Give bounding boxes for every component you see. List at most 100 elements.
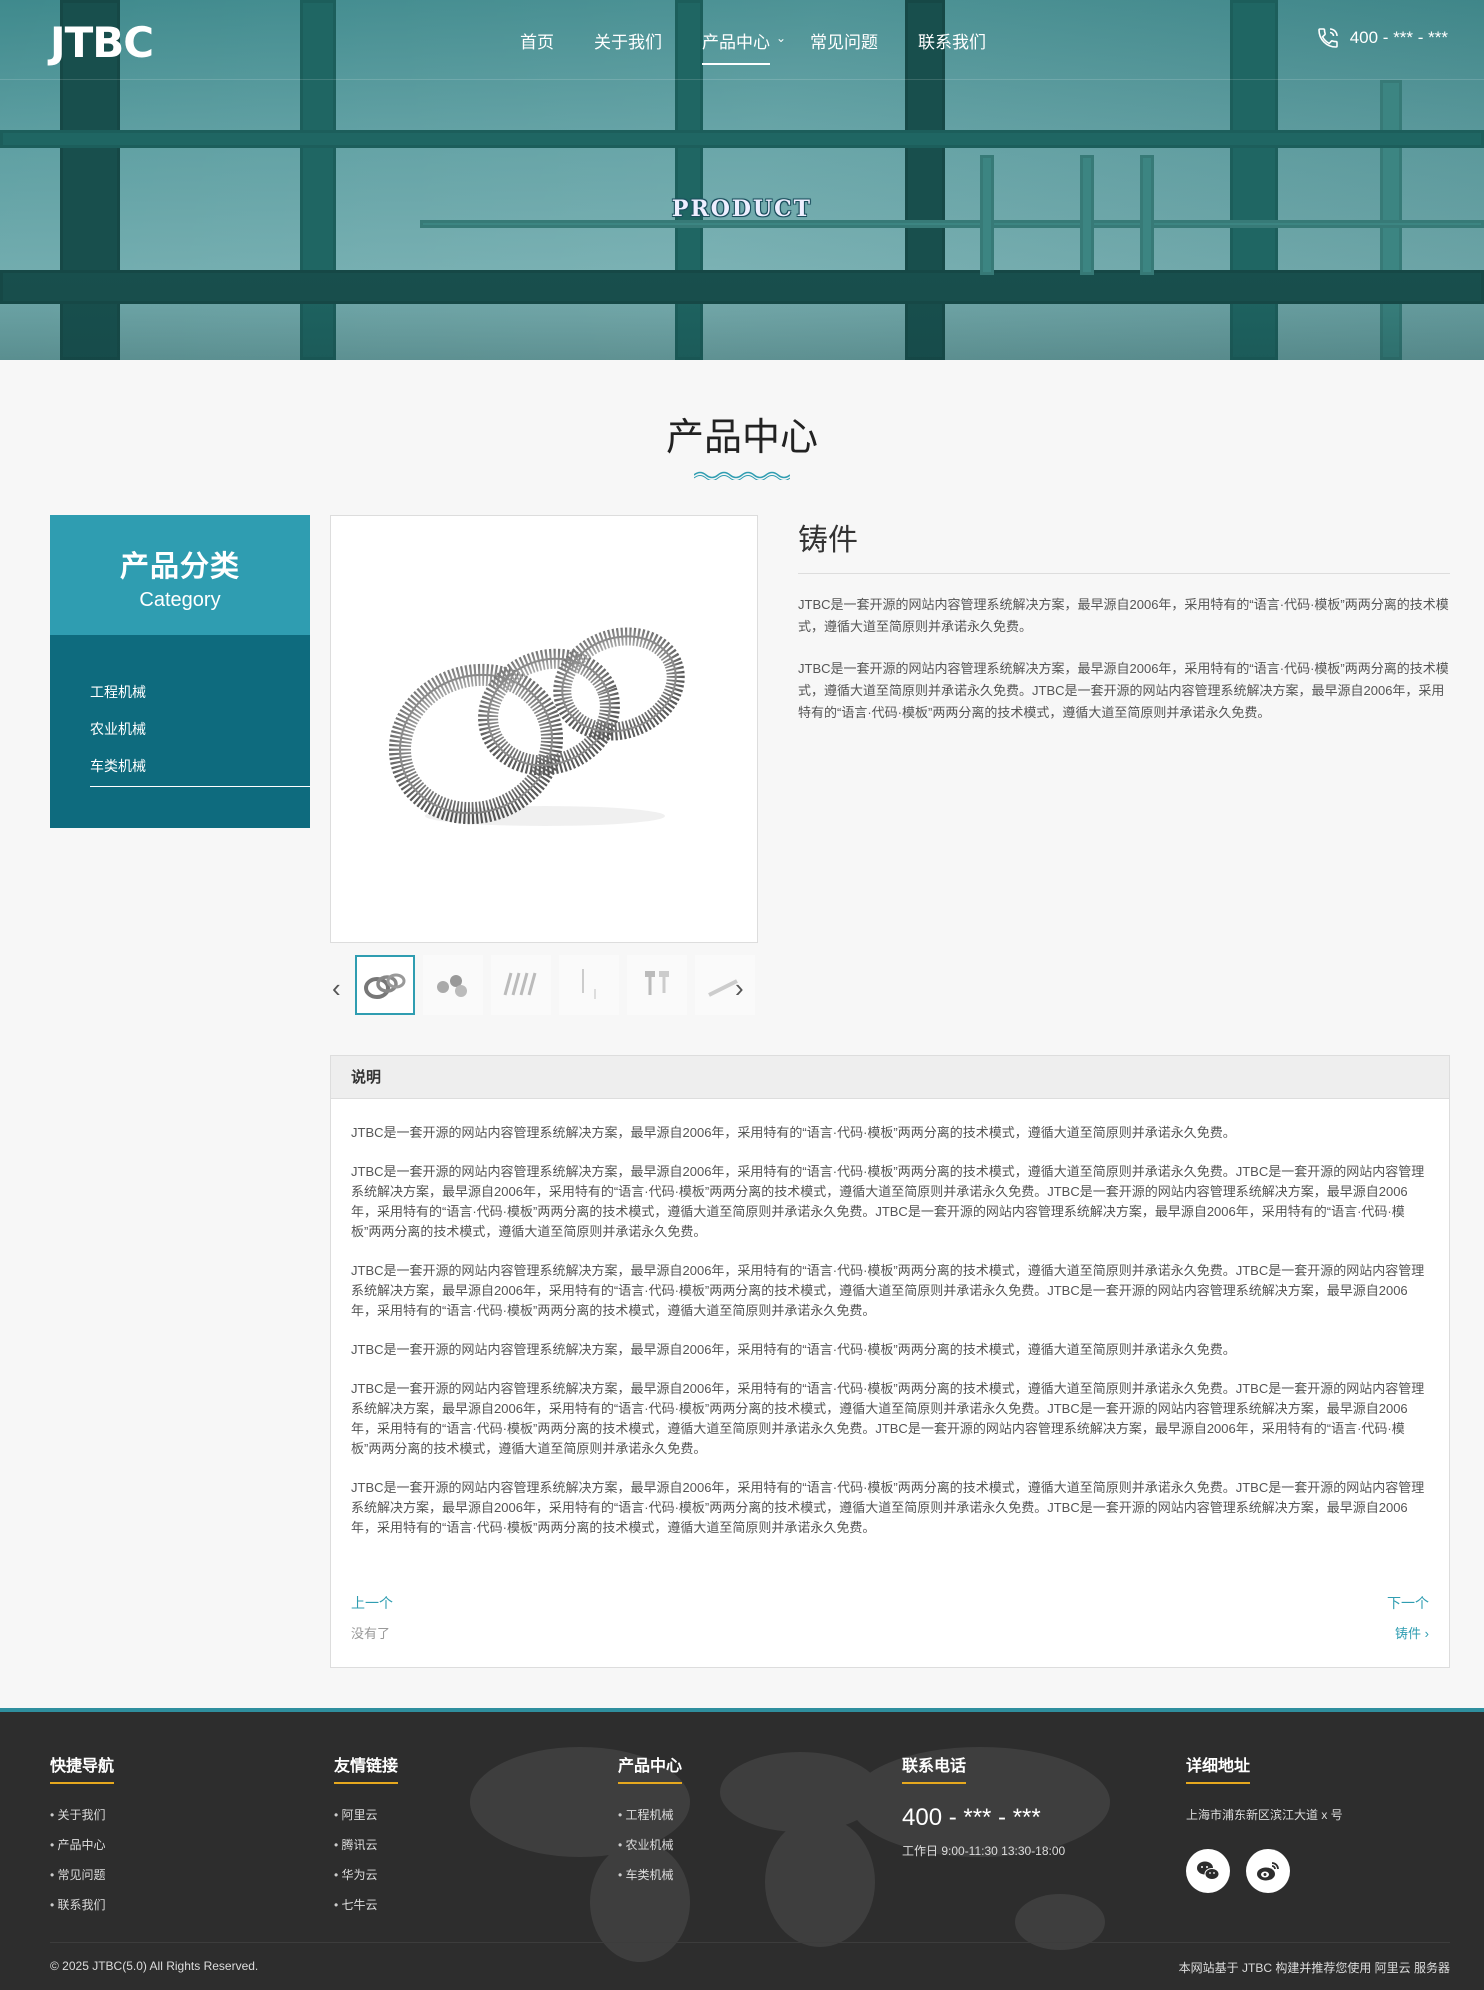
footer-link-huawei[interactable]: 华为云 bbox=[334, 1860, 398, 1890]
thumbnail-3[interactable] bbox=[491, 955, 551, 1015]
next-label[interactable]: 下一个 bbox=[1387, 1593, 1429, 1613]
footer-link-products[interactable]: 产品中心 bbox=[50, 1830, 114, 1860]
thumbnail-4[interactable] bbox=[559, 955, 619, 1015]
nav-faq[interactable]: 常见问题 bbox=[810, 28, 878, 65]
sidebar-item-engineering[interactable]: 工程机械 bbox=[90, 679, 310, 716]
footer-bottom-bar: © 2025 JTBC(5.0) All Rights Reserved. 本网… bbox=[50, 1942, 1450, 1975]
description-body: JTBC是一套开源的网站内容管理系统解决方案，最早源自2006年，采用特有的“语… bbox=[331, 1099, 1449, 1538]
site-footer: 快捷导航 关于我们 产品中心 常见问题 联系我们 友情链接 阿里云 腾讯云 华为… bbox=[0, 1708, 1484, 1990]
footer-contact-title: 联系电话 bbox=[902, 1752, 1065, 1784]
hero-beam bbox=[0, 130, 1484, 148]
product-summary-1: JTBC是一套开源的网站内容管理系统解决方案，最早源自2006年，采用特有的“语… bbox=[798, 597, 1449, 634]
footer-quick-nav: 快捷导航 关于我们 产品中心 常见问题 联系我们 bbox=[50, 1752, 115, 1920]
rod-thumb bbox=[708, 979, 738, 997]
footer-link-qiniu[interactable]: 七牛云 bbox=[334, 1890, 398, 1920]
thumbnail-2[interactable] bbox=[423, 955, 483, 1015]
footer-link-tencent[interactable]: 腾讯云 bbox=[334, 1830, 398, 1860]
description-paragraph: JTBC是一套开源的网站内容管理系统解决方案，最早源自2006年，采用特有的“语… bbox=[351, 1125, 1236, 1140]
pin-thumb bbox=[582, 969, 596, 999]
sidebar-title-en: Category bbox=[139, 589, 221, 611]
footer-link-aliyun[interactable]: 阿里云 bbox=[334, 1800, 398, 1830]
footer-link-agriculture[interactable]: 农业机械 bbox=[618, 1830, 682, 1860]
wechat-button[interactable] bbox=[1186, 1849, 1230, 1893]
powered-by-text: 本网站基于 JTBC 构建并推荐您使用 阿里云 服务器 bbox=[1178, 1961, 1450, 1975]
chevron-right-icon: › bbox=[1424, 1626, 1429, 1641]
footer-products: 产品中心 工程机械 农业机械 车类机械 bbox=[618, 1752, 683, 1890]
footer-links-list: 阿里云 腾讯云 华为云 七牛云 bbox=[334, 1800, 398, 1920]
top-navbar: JTBC 首页 关于我们 产品中心 ⌄ 常见问题 联系我们 400 - *** … bbox=[0, 0, 1484, 80]
footer-products-list: 工程机械 农业机械 车类机械 bbox=[618, 1800, 682, 1890]
product-name: 铸件 bbox=[798, 515, 1450, 574]
footer-link-faq[interactable]: 常见问题 bbox=[50, 1860, 114, 1890]
prev-value: 没有了 bbox=[351, 1626, 391, 1641]
footer-contact: 联系电话 400 - *** - *** 工作日 9:00-11:30 13:3… bbox=[902, 1752, 1065, 1859]
chevron-left-icon[interactable]: ‹ bbox=[332, 973, 341, 1004]
nav-home[interactable]: 首页 bbox=[520, 28, 554, 65]
thumbnail-6[interactable] bbox=[695, 955, 755, 1015]
footer-link-vehicle[interactable]: 车类机械 bbox=[618, 1860, 682, 1890]
footer-quick-nav-list: 关于我们 产品中心 常见问题 联系我们 bbox=[50, 1800, 114, 1920]
thumbnail-strip: ‹ › bbox=[330, 955, 758, 1015]
weibo-button[interactable] bbox=[1246, 1849, 1290, 1893]
footer-quick-nav-title: 快捷导航 bbox=[50, 1752, 115, 1784]
social-links bbox=[1186, 1849, 1343, 1893]
phone-icon bbox=[1317, 28, 1338, 48]
footer-links-title: 友情链接 bbox=[334, 1752, 399, 1784]
footer-link-about[interactable]: 关于我们 bbox=[50, 1800, 114, 1830]
prev-label[interactable]: 上一个 bbox=[351, 1593, 393, 1613]
nav-contact[interactable]: 联系我们 bbox=[918, 28, 986, 65]
product-summary-2: JTBC是一套开源的网站内容管理系统解决方案，最早源自2006年，采用特有的“语… bbox=[798, 661, 1449, 720]
washer-image bbox=[388, 627, 685, 826]
description-paragraph: JTBC是一套开源的网站内容管理系统解决方案，最早源自2006年，采用特有的“语… bbox=[351, 1480, 1425, 1535]
next-value: 铸件 bbox=[1395, 1626, 1422, 1641]
footer-address-title: 详细地址 bbox=[1186, 1752, 1343, 1784]
description-paragraph: JTBC是一套开源的网站内容管理系统解决方案，最早源自2006年，采用特有的“语… bbox=[351, 1342, 1236, 1357]
nav-products[interactable]: 产品中心 ⌄ bbox=[702, 28, 786, 65]
chevron-down-icon: ⌄ bbox=[775, 31, 786, 45]
footer-hours: 工作日 9:00-11:30 13:30-18:00 bbox=[902, 1844, 1066, 1858]
header-phone: 400 - *** - *** bbox=[1316, 26, 1448, 50]
hero-banner: JTBC 首页 关于我们 产品中心 ⌄ 常见问题 联系我们 400 - *** … bbox=[0, 0, 1484, 360]
thumbnail-1[interactable] bbox=[355, 955, 415, 1015]
weibo-icon bbox=[1257, 1862, 1279, 1881]
description-paragraph: JTBC是一套开源的网站内容管理系统解决方案，最早源自2006年，采用特有的“语… bbox=[351, 1164, 1425, 1239]
sidebar-list: 工程机械 农业机械 车类机械 bbox=[50, 635, 310, 787]
next-link[interactable]: 铸件 › bbox=[1395, 1623, 1429, 1642]
nav-products-label: 产品中心 bbox=[702, 33, 770, 52]
sidebar-item-agriculture[interactable]: 农业机械 bbox=[90, 716, 310, 753]
washer-thumb bbox=[364, 973, 406, 999]
footer-address: 详细地址 上海市浦东新区滨江大道 x 号 bbox=[1186, 1752, 1343, 1893]
sidebar-header: 产品分类 Category bbox=[50, 515, 310, 635]
description-paragraph: JTBC是一套开源的网站内容管理系统解决方案，最早源自2006年，采用特有的“语… bbox=[351, 1263, 1425, 1318]
wechat-icon bbox=[1197, 1861, 1220, 1880]
sidebar-title-cn: 产品分类 bbox=[119, 551, 240, 583]
footer-address-text: 上海市浦东新区滨江大道 x 号 bbox=[1186, 1808, 1343, 1822]
page-title: 产品中心 bbox=[665, 417, 818, 459]
footer-products-title: 产品中心 bbox=[618, 1752, 683, 1784]
copyright-text: © 2025 JTBC(5.0) All Rights Reserved. bbox=[50, 1959, 259, 1973]
nut-thumb bbox=[437, 975, 467, 997]
thumbnail-5[interactable] bbox=[627, 955, 687, 1015]
header-phone-number: 400 - *** - *** bbox=[1349, 28, 1448, 47]
hero-label: PRODUCT bbox=[671, 196, 813, 222]
footer-friend-links: 友情链接 阿里云 腾讯云 华为云 七牛云 bbox=[334, 1752, 399, 1920]
screws-thumb bbox=[503, 972, 537, 996]
prev-next-nav: 上一个 没有了 下一个 铸件 › bbox=[351, 1593, 1429, 1643]
site-logo[interactable]: JTBC bbox=[50, 18, 154, 67]
title-wave-decoration bbox=[694, 471, 790, 480]
description-heading: 说明 bbox=[331, 1056, 1449, 1099]
category-sidebar: 产品分类 Category 工程机械 农业机械 车类机械 bbox=[50, 515, 310, 828]
bolts-thumb bbox=[645, 971, 669, 995]
description-panel: 说明 JTBC是一套开源的网站内容管理系统解决方案，最早源自2006年，采用特有… bbox=[330, 1055, 1450, 1668]
main-nav: 首页 关于我们 产品中心 ⌄ 常见问题 联系我们 bbox=[520, 28, 1026, 65]
hero-shade bbox=[0, 270, 1484, 360]
sidebar-item-vehicle[interactable]: 车类机械 bbox=[90, 753, 310, 787]
nav-about[interactable]: 关于我们 bbox=[594, 28, 662, 65]
footer-link-contact[interactable]: 联系我们 bbox=[50, 1890, 114, 1920]
description-paragraph: JTBC是一套开源的网站内容管理系统解决方案，最早源自2006年，采用特有的“语… bbox=[351, 1381, 1425, 1456]
chevron-right-icon[interactable]: › bbox=[735, 973, 744, 1004]
footer-phone: 400 - *** - *** bbox=[902, 1804, 1041, 1831]
product-info: 铸件 JTBC是一套开源的网站内容管理系统解决方案，最早源自2006年，采用特有… bbox=[798, 515, 1450, 724]
product-main-image[interactable] bbox=[330, 515, 758, 943]
footer-link-engineering[interactable]: 工程机械 bbox=[618, 1800, 682, 1830]
